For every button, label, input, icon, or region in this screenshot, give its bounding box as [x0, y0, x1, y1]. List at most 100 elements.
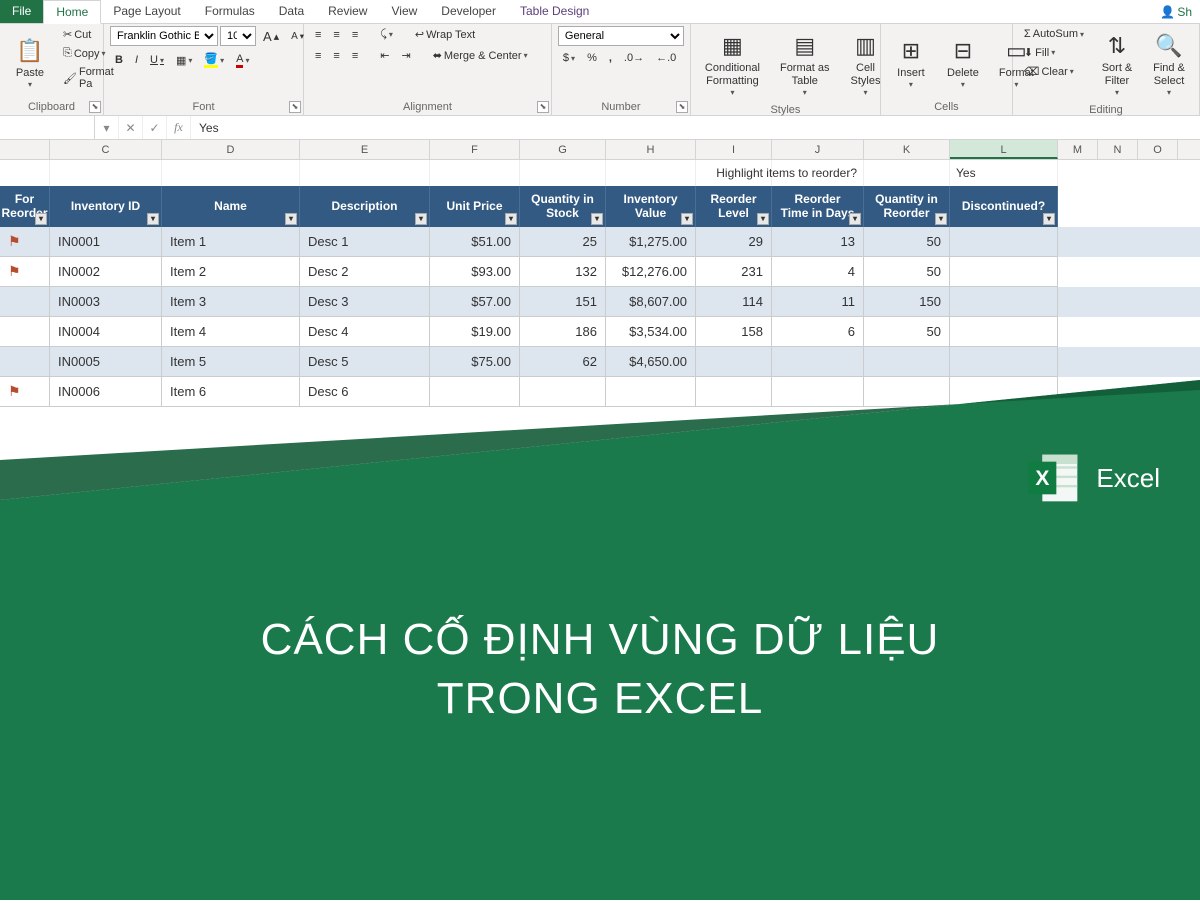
cell-disc[interactable]: [950, 257, 1058, 287]
filter-icon[interactable]: ▾: [147, 213, 159, 225]
cell-desc[interactable]: Desc 2: [300, 257, 430, 287]
cell-days[interactable]: 6: [772, 317, 864, 347]
tab-file[interactable]: File: [0, 0, 43, 23]
cell-val[interactable]: $4,650.00: [606, 347, 696, 377]
cell-disc[interactable]: [950, 287, 1058, 317]
column-header-L[interactable]: L: [950, 140, 1058, 159]
column-header-D[interactable]: D: [162, 140, 300, 159]
cell-days[interactable]: [772, 347, 864, 377]
cell-qre[interactable]: 150: [864, 287, 950, 317]
column-header-I[interactable]: I: [696, 140, 772, 159]
filter-icon[interactable]: ▾: [35, 213, 47, 225]
th-desc[interactable]: Description▾: [300, 186, 430, 227]
column-header-H[interactable]: H: [606, 140, 696, 159]
cell-lvl[interactable]: 231: [696, 257, 772, 287]
cell-qty[interactable]: 62: [520, 347, 606, 377]
tab-page-layout[interactable]: Page Layout: [101, 0, 192, 23]
cell-flag[interactable]: [0, 347, 50, 377]
formula-input[interactable]: Yes: [191, 119, 1200, 137]
tab-developer[interactable]: Developer: [429, 0, 508, 23]
worksheet[interactable]: Highlight items to reorder? Yes For Reor…: [0, 160, 1200, 407]
column-header-C[interactable]: C: [50, 140, 162, 159]
font-name-select[interactable]: Franklin Gothic Boo: [110, 26, 218, 46]
th-days[interactable]: Reorder Time in Days▾: [772, 186, 864, 227]
th-id[interactable]: Inventory ID▾: [50, 186, 162, 227]
cell-val[interactable]: $1,275.00: [606, 227, 696, 257]
cell-flag[interactable]: ⚑: [0, 257, 50, 287]
filter-icon[interactable]: ▾: [591, 213, 603, 225]
table-row[interactable]: IN0004Item 4Desc 4$19.00186$3,534.001586…: [0, 317, 1200, 347]
font-color-button[interactable]: A▾: [231, 51, 254, 70]
wrap-text-button[interactable]: ↩Wrap Text: [410, 26, 480, 43]
th-name[interactable]: Name▾: [162, 186, 300, 227]
cell-flag[interactable]: ⚑: [0, 227, 50, 257]
th-price[interactable]: Unit Price▾: [430, 186, 520, 227]
table-row[interactable]: IN0003Item 3Desc 3$57.00151$8,607.001141…: [0, 287, 1200, 317]
conditional-formatting-button[interactable]: ▦Conditional Formatting▾: [697, 26, 768, 102]
insert-function-button[interactable]: fx: [167, 116, 191, 139]
cell-days[interactable]: 13: [772, 227, 864, 257]
alignment-launcher[interactable]: ⬊: [537, 101, 549, 113]
th-lvl[interactable]: Reorder Level▾: [696, 186, 772, 227]
cell-name[interactable]: Item 4: [162, 317, 300, 347]
cell-name[interactable]: Item 3: [162, 287, 300, 317]
cell-qty[interactable]: 25: [520, 227, 606, 257]
cell-price[interactable]: $57.00: [430, 287, 520, 317]
decrease-indent-button[interactable]: ⇤: [375, 47, 394, 64]
orientation-button[interactable]: ⤹▾: [375, 26, 398, 43]
align-left-button[interactable]: ≡: [310, 48, 326, 64]
fill-button[interactable]: ⬇Fill▾: [1019, 44, 1089, 61]
column-header-M[interactable]: M: [1058, 140, 1098, 159]
format-as-table-button[interactable]: ▤Format as Table▾: [772, 26, 838, 102]
column-header-F[interactable]: F: [430, 140, 520, 159]
cell-name[interactable]: Item 1: [162, 227, 300, 257]
cancel-formula-button[interactable]: ✕: [119, 116, 143, 139]
column-header-E[interactable]: E: [300, 140, 430, 159]
th-disc[interactable]: Discontinued?▾: [950, 186, 1058, 227]
cell-qty[interactable]: 132: [520, 257, 606, 287]
align-middle-button[interactable]: ≡: [328, 27, 344, 43]
th-qty[interactable]: Quantity in Stock▾: [520, 186, 606, 227]
delete-cells-button[interactable]: ⊟Delete▾: [939, 26, 987, 99]
cell-desc[interactable]: Desc 5: [300, 347, 430, 377]
cell-lvl[interactable]: 158: [696, 317, 772, 347]
column-header-N[interactable]: N: [1098, 140, 1138, 159]
cell-id[interactable]: IN0004: [50, 317, 162, 347]
col-header[interactable]: [0, 140, 50, 159]
font-size-select[interactable]: 10: [220, 26, 256, 46]
cell-disc[interactable]: [950, 227, 1058, 257]
bold-button[interactable]: B: [110, 52, 128, 68]
tab-formulas[interactable]: Formulas: [193, 0, 267, 23]
italic-button[interactable]: I: [130, 52, 143, 68]
tab-table-design[interactable]: Table Design: [508, 0, 601, 23]
fill-color-button[interactable]: 🪣▾: [199, 50, 229, 70]
increase-font-button[interactable]: A▴: [258, 27, 284, 46]
cell-qre[interactable]: 50: [864, 227, 950, 257]
cell-price[interactable]: $51.00: [430, 227, 520, 257]
number-launcher[interactable]: ⬊: [676, 101, 688, 113]
th-val[interactable]: Inventory Value▾: [606, 186, 696, 227]
comma-button[interactable]: ,: [604, 50, 617, 66]
align-center-button[interactable]: ≡: [328, 48, 344, 64]
table-row[interactable]: IN0005Item 5Desc 5$75.0062$4,650.00: [0, 347, 1200, 377]
cell-val[interactable]: $3,534.00: [606, 317, 696, 347]
filter-icon[interactable]: ▾: [681, 213, 693, 225]
enter-formula-button[interactable]: ✓: [143, 116, 167, 139]
sort-filter-button[interactable]: ⇅Sort & Filter▾: [1093, 26, 1141, 102]
cell-name[interactable]: Item 5: [162, 347, 300, 377]
cell-flag[interactable]: [0, 317, 50, 347]
percent-button[interactable]: %: [582, 50, 602, 66]
column-header-J[interactable]: J: [772, 140, 864, 159]
cell-lvl[interactable]: 114: [696, 287, 772, 317]
cell-desc[interactable]: Desc 1: [300, 227, 430, 257]
font-launcher[interactable]: ⬊: [289, 101, 301, 113]
borders-button[interactable]: ▦▾: [171, 52, 197, 69]
increase-indent-button[interactable]: ⇥: [396, 47, 415, 64]
align-bottom-button[interactable]: ≡: [347, 27, 363, 43]
underline-button[interactable]: U▾: [145, 52, 169, 68]
cell-qty[interactable]: 186: [520, 317, 606, 347]
cell-disc[interactable]: [950, 317, 1058, 347]
insert-cells-button[interactable]: ⊞Insert▾: [887, 26, 935, 99]
tab-home[interactable]: Home: [43, 0, 101, 24]
name-box-dropdown[interactable]: ▾: [95, 116, 119, 139]
